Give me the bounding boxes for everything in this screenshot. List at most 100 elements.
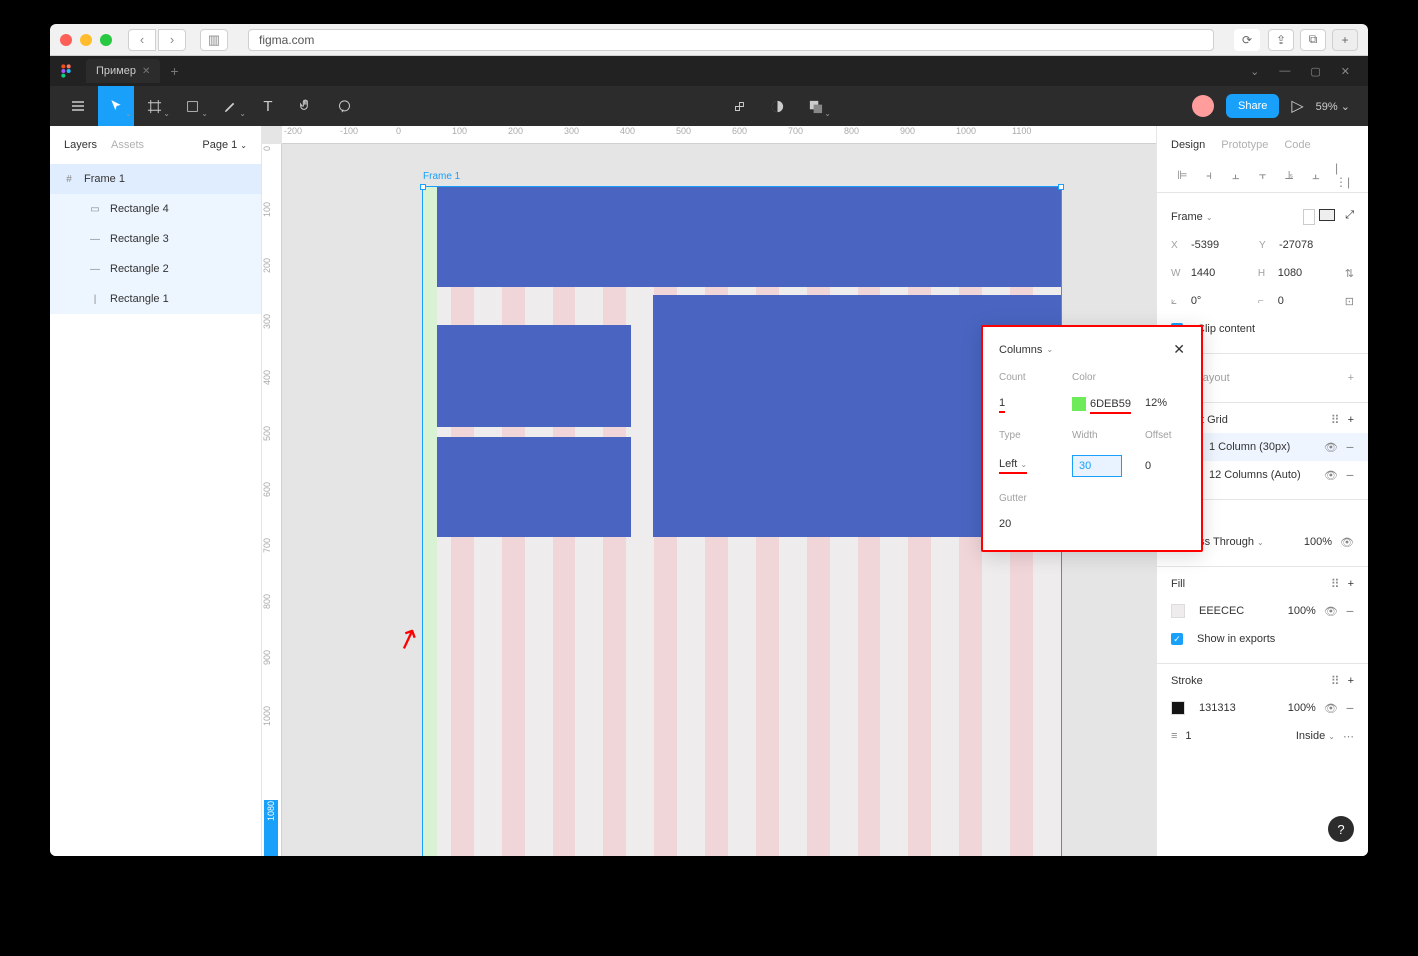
add-fill-button[interactable]: +: [1348, 578, 1354, 590]
color-swatch[interactable]: [1072, 397, 1086, 411]
file-tab[interactable]: Пример ✕: [86, 59, 160, 83]
comment-tool[interactable]: [326, 86, 362, 126]
close-tab-icon[interactable]: ✕: [142, 66, 150, 77]
align-bottom-icon[interactable]: ⫠: [1309, 168, 1323, 182]
add-auto-layout-button[interactable]: +: [1348, 372, 1354, 384]
add-tab-button[interactable]: +: [160, 63, 188, 79]
align-center-v-icon[interactable]: ⫡: [1282, 168, 1296, 182]
stroke-swatch[interactable]: [1171, 701, 1185, 715]
resize-to-fit-icon[interactable]: ⤢: [1345, 209, 1354, 225]
width-field[interactable]: [1072, 455, 1122, 477]
frame-label[interactable]: Frame 1: [423, 171, 460, 182]
height-input[interactable]: 1080: [1278, 267, 1337, 279]
stroke-weight-input[interactable]: 1: [1185, 730, 1191, 742]
color-hex-input[interactable]: 6DEB59: [1090, 398, 1131, 414]
design-tab[interactable]: Design: [1171, 139, 1205, 151]
layout-grid-settings-icon[interactable]: ⠿: [1331, 413, 1340, 427]
pen-tool[interactable]: ⌄: [212, 86, 248, 126]
toggle-visibility-icon[interactable]: 👁: [1324, 605, 1338, 618]
x-input[interactable]: -5399: [1191, 239, 1251, 251]
corner-radius-input[interactable]: 0: [1278, 295, 1337, 307]
remove-grid-button[interactable]: −: [1346, 467, 1354, 483]
hand-tool[interactable]: [288, 86, 324, 126]
back-button[interactable]: ‹: [128, 29, 156, 51]
grid-item-label[interactable]: 1 Column (30px): [1209, 441, 1290, 453]
text-tool[interactable]: T: [250, 86, 286, 126]
orientation-portrait-icon[interactable]: [1303, 209, 1315, 225]
link-dimensions-icon[interactable]: ⇅: [1345, 267, 1354, 280]
help-button[interactable]: ?: [1328, 816, 1354, 842]
user-avatar[interactable]: [1192, 95, 1214, 117]
code-tab[interactable]: Code: [1284, 139, 1310, 151]
prototype-tab[interactable]: Prototype: [1221, 139, 1268, 151]
frame-1[interactable]: Frame 1 1440 × 1080: [422, 186, 1062, 856]
fill-hex-input[interactable]: EEECEC: [1199, 605, 1244, 617]
menu-button[interactable]: [60, 86, 96, 126]
reload-button[interactable]: ⟳: [1234, 29, 1260, 51]
sidebar-toggle-button[interactable]: ▥: [200, 29, 228, 51]
mask-icon[interactable]: [759, 86, 795, 126]
remove-fill-button[interactable]: −: [1346, 603, 1354, 619]
resize-handle[interactable]: [420, 184, 426, 190]
gutter-input[interactable]: 20: [999, 518, 1011, 530]
y-input[interactable]: -27078: [1279, 239, 1339, 251]
rotation-input[interactable]: 0°: [1191, 295, 1250, 307]
present-button[interactable]: ▷: [1291, 96, 1303, 116]
layers-tab[interactable]: Layers: [64, 139, 97, 151]
figma-logo-icon[interactable]: [58, 63, 74, 79]
stroke-settings-icon[interactable]: ⠿: [1331, 674, 1340, 688]
remove-stroke-button[interactable]: −: [1346, 700, 1354, 716]
remove-grid-button[interactable]: −: [1346, 439, 1354, 455]
url-bar[interactable]: figma.com: [248, 29, 1214, 51]
page-selector[interactable]: Page 1 ⌄: [202, 139, 247, 151]
chevron-down-icon[interactable]: ⌄: [1250, 65, 1259, 78]
tabs-icon[interactable]: ⧉: [1300, 29, 1326, 51]
close-window-icon[interactable]: [60, 34, 72, 46]
layer-opacity-input[interactable]: 100%: [1304, 536, 1332, 548]
toggle-visibility-icon[interactable]: 👁: [1324, 702, 1338, 715]
zoom-level[interactable]: 59% ⌄: [1316, 100, 1358, 113]
share-icon[interactable]: ⇪: [1268, 29, 1294, 51]
forward-button[interactable]: ›: [158, 29, 186, 51]
align-top-icon[interactable]: ⫟: [1255, 168, 1269, 182]
assets-tab[interactable]: Assets: [111, 139, 144, 151]
stroke-advanced-icon[interactable]: ⋯: [1343, 730, 1354, 743]
rectangle[interactable]: [437, 187, 1061, 287]
layer-item[interactable]: — Rectangle 2: [50, 254, 261, 284]
share-button[interactable]: Share: [1226, 94, 1279, 118]
stroke-opacity-input[interactable]: 100%: [1288, 702, 1316, 714]
popup-title[interactable]: Columns: [999, 344, 1042, 356]
fill-settings-icon[interactable]: ⠿: [1331, 577, 1340, 591]
move-tool[interactable]: ⌄: [98, 86, 134, 126]
layer-item[interactable]: ▭ Rectangle 4: [50, 194, 261, 224]
minimize-window-icon[interactable]: [80, 34, 92, 46]
toggle-visibility-icon[interactable]: 👁: [1340, 536, 1354, 549]
window-maximize-icon[interactable]: ▢: [1310, 65, 1320, 78]
type-select[interactable]: Left ⌄: [999, 458, 1027, 474]
show-in-exports-checkbox[interactable]: ✓: [1171, 633, 1183, 645]
boolean-icon[interactable]: ⌄: [797, 86, 833, 126]
width-input[interactable]: 1440: [1191, 267, 1250, 279]
window-minimize-icon[interactable]: —: [1279, 65, 1290, 78]
shape-tool[interactable]: ⌄: [174, 86, 210, 126]
distribute-icon[interactable]: |⋮|: [1336, 168, 1350, 182]
resize-handle[interactable]: [1058, 184, 1064, 190]
layer-frame[interactable]: # Frame 1: [50, 164, 261, 194]
frame-type[interactable]: Frame ⌄: [1171, 211, 1213, 223]
fill-opacity-input[interactable]: 100%: [1288, 605, 1316, 617]
color-opacity-input[interactable]: 12%: [1145, 397, 1167, 409]
align-center-h-icon[interactable]: ⫞: [1202, 168, 1216, 182]
add-stroke-button[interactable]: +: [1348, 675, 1354, 687]
orientation-landscape-icon[interactable]: [1319, 209, 1335, 221]
count-input[interactable]: 1: [999, 397, 1005, 413]
window-close-icon[interactable]: ✕: [1341, 65, 1350, 78]
independent-corners-icon[interactable]: ⊡: [1345, 295, 1354, 308]
rectangle[interactable]: [437, 325, 631, 427]
rectangle[interactable]: [437, 437, 631, 537]
layer-item[interactable]: | Rectangle 1: [50, 284, 261, 314]
stroke-hex-input[interactable]: 131313: [1199, 702, 1236, 714]
align-right-icon[interactable]: ⫠: [1229, 168, 1243, 182]
maximize-window-icon[interactable]: [100, 34, 112, 46]
offset-input[interactable]: 0: [1145, 460, 1151, 472]
align-left-icon[interactable]: ⊫: [1175, 168, 1189, 182]
